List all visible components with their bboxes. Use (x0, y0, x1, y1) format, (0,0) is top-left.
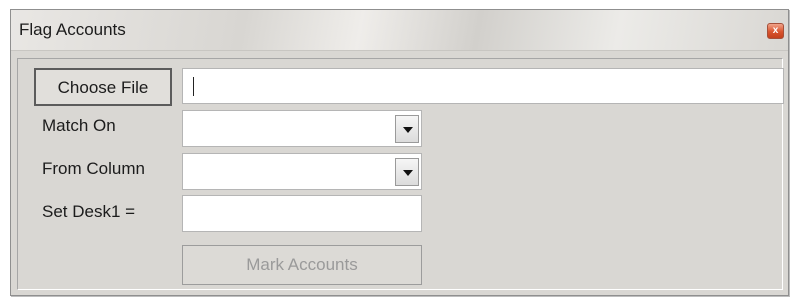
choose-file-button[interactable]: Choose File (34, 68, 172, 106)
from-column-dropdown[interactable] (182, 153, 422, 190)
window-title: Flag Accounts (19, 20, 126, 39)
from-column-dropdown-button[interactable] (395, 158, 419, 186)
mark-accounts-button[interactable]: Mark Accounts (182, 245, 422, 285)
match-on-label: Match On (42, 116, 116, 135)
file-path-input[interactable] (182, 68, 784, 104)
form-panel: Choose File Match On From Column Set Des… (17, 58, 784, 290)
chevron-down-icon (403, 170, 413, 176)
close-button[interactable]: x (767, 23, 784, 39)
from-column-label: From Column (42, 159, 145, 178)
set-desk-input[interactable] (182, 195, 422, 232)
title-bar[interactable]: Flag Accounts x (11, 10, 788, 51)
close-icon: x (772, 25, 779, 36)
flag-accounts-dialog: Flag Accounts x Choose File Match On Fro… (10, 9, 789, 296)
match-on-dropdown[interactable] (182, 110, 422, 147)
text-cursor (193, 77, 194, 96)
match-on-dropdown-button[interactable] (395, 115, 419, 143)
set-desk-label: Set Desk1 = (42, 202, 136, 221)
chevron-down-icon (403, 127, 413, 133)
